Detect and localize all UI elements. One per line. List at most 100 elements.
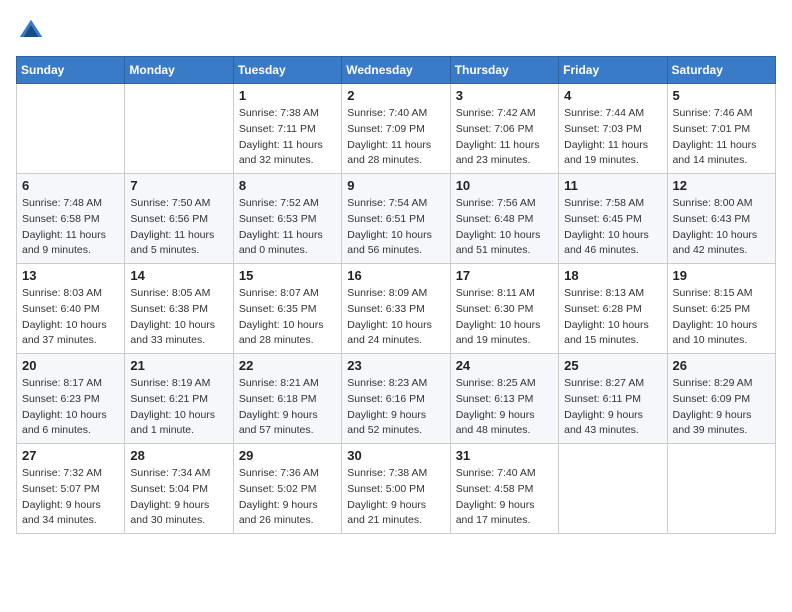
day-number: 14	[130, 268, 227, 283]
day-info: Sunrise: 7:52 AMSunset: 6:53 PMDaylight:…	[239, 196, 336, 259]
day-info: Sunrise: 7:36 AMSunset: 5:02 PMDaylight:…	[239, 466, 336, 529]
day-number: 19	[673, 268, 770, 283]
day-number: 6	[22, 178, 119, 193]
day-number: 4	[564, 88, 661, 103]
calendar-header-row: SundayMondayTuesdayWednesdayThursdayFrid…	[17, 57, 776, 84]
calendar-cell	[559, 444, 667, 534]
day-number: 25	[564, 358, 661, 373]
day-number: 30	[347, 448, 444, 463]
weekday-header-saturday: Saturday	[667, 57, 775, 84]
day-number: 28	[130, 448, 227, 463]
day-info: Sunrise: 7:50 AMSunset: 6:56 PMDaylight:…	[130, 196, 227, 259]
page-header	[16, 16, 776, 46]
day-info: Sunrise: 8:21 AMSunset: 6:18 PMDaylight:…	[239, 376, 336, 439]
calendar-cell: 4 Sunrise: 7:44 AMSunset: 7:03 PMDaylight…	[559, 84, 667, 174]
calendar-cell: 20Sunrise: 8:17 AMSunset: 6:23 PMDayligh…	[17, 354, 125, 444]
calendar-week-row: 20Sunrise: 8:17 AMSunset: 6:23 PMDayligh…	[17, 354, 776, 444]
calendar-cell: 27 Sunrise: 7:32 AMSunset: 5:07 PMDayligh…	[17, 444, 125, 534]
day-info: Sunrise: 8:15 AMSunset: 6:25 PMDaylight:…	[673, 286, 770, 349]
calendar-cell: 29Sunrise: 7:36 AMSunset: 5:02 PMDayligh…	[233, 444, 341, 534]
calendar-cell: 5 Sunrise: 7:46 AMSunset: 7:01 PMDaylight…	[667, 84, 775, 174]
calendar-week-row: 27 Sunrise: 7:32 AMSunset: 5:07 PMDayligh…	[17, 444, 776, 534]
day-number: 17	[456, 268, 553, 283]
day-info: Sunrise: 8:09 AMSunset: 6:33 PMDaylight:…	[347, 286, 444, 349]
day-info: Sunrise: 7:40 AMSunset: 7:09 PMDaylight:…	[347, 106, 444, 169]
calendar-cell	[667, 444, 775, 534]
calendar-cell: 16 Sunrise: 8:09 AMSunset: 6:33 PMDayligh…	[342, 264, 450, 354]
day-info: Sunrise: 7:32 AMSunset: 5:07 PMDaylight:…	[22, 466, 119, 529]
calendar-cell: 13 Sunrise: 8:03 AMSunset: 6:40 PMDayligh…	[17, 264, 125, 354]
day-info: Sunrise: 7:56 AMSunset: 6:48 PMDaylight:…	[456, 196, 553, 259]
day-info: Sunrise: 8:11 AMSunset: 6:30 PMDaylight:…	[456, 286, 553, 349]
day-number: 24	[456, 358, 553, 373]
day-info: Sunrise: 8:05 AMSunset: 6:38 PMDaylight:…	[130, 286, 227, 349]
day-info: Sunrise: 8:25 AMSunset: 6:13 PMDaylight:…	[456, 376, 553, 439]
day-number: 27	[22, 448, 119, 463]
day-number: 31	[456, 448, 553, 463]
day-number: 22	[239, 358, 336, 373]
calendar-cell: 7Sunrise: 7:50 AMSunset: 6:56 PMDaylight…	[125, 174, 233, 264]
calendar-cell: 1 Sunrise: 7:38 AMSunset: 7:11 PMDaylight…	[233, 84, 341, 174]
calendar-cell: 9Sunrise: 7:54 AMSunset: 6:51 PMDaylight…	[342, 174, 450, 264]
day-number: 18	[564, 268, 661, 283]
day-info: Sunrise: 8:03 AMSunset: 6:40 PMDaylight:…	[22, 286, 119, 349]
day-info: Sunrise: 7:42 AMSunset: 7:06 PMDaylight:…	[456, 106, 553, 169]
day-number: 12	[673, 178, 770, 193]
calendar-cell: 24 Sunrise: 8:25 AMSunset: 6:13 PMDayligh…	[450, 354, 558, 444]
day-info: Sunrise: 8:19 AMSunset: 6:21 PMDaylight:…	[130, 376, 227, 439]
day-number: 8	[239, 178, 336, 193]
logo-icon	[16, 16, 46, 46]
day-info: Sunrise: 7:46 AMSunset: 7:01 PMDaylight:…	[673, 106, 770, 169]
day-number: 16	[347, 268, 444, 283]
day-info: Sunrise: 8:17 AMSunset: 6:23 PMDaylight:…	[22, 376, 119, 439]
calendar-cell: 30 Sunrise: 7:38 AMSunset: 5:00 PMDayligh…	[342, 444, 450, 534]
day-number: 11	[564, 178, 661, 193]
calendar-cell: 10 Sunrise: 7:56 AMSunset: 6:48 PMDayligh…	[450, 174, 558, 264]
day-number: 1	[239, 88, 336, 103]
calendar-cell: 12Sunrise: 8:00 AMSunset: 6:43 PMDayligh…	[667, 174, 775, 264]
calendar-cell: 19 Sunrise: 8:15 AMSunset: 6:25 PMDayligh…	[667, 264, 775, 354]
calendar-week-row: 13 Sunrise: 8:03 AMSunset: 6:40 PMDayligh…	[17, 264, 776, 354]
calendar-cell: 8 Sunrise: 7:52 AMSunset: 6:53 PMDaylight…	[233, 174, 341, 264]
calendar-week-row: 1 Sunrise: 7:38 AMSunset: 7:11 PMDaylight…	[17, 84, 776, 174]
day-number: 10	[456, 178, 553, 193]
day-info: Sunrise: 8:29 AMSunset: 6:09 PMDaylight:…	[673, 376, 770, 439]
day-info: Sunrise: 7:38 AMSunset: 7:11 PMDaylight:…	[239, 106, 336, 169]
calendar-cell	[125, 84, 233, 174]
day-info: Sunrise: 7:44 AMSunset: 7:03 PMDaylight:…	[564, 106, 661, 169]
calendar-cell: 25Sunrise: 8:27 AMSunset: 6:11 PMDayligh…	[559, 354, 667, 444]
calendar-cell	[17, 84, 125, 174]
day-info: Sunrise: 7:34 AMSunset: 5:04 PMDaylight:…	[130, 466, 227, 529]
weekday-header-monday: Monday	[125, 57, 233, 84]
day-info: Sunrise: 8:07 AMSunset: 6:35 PMDaylight:…	[239, 286, 336, 349]
calendar-cell: 11 Sunrise: 7:58 AMSunset: 6:45 PMDayligh…	[559, 174, 667, 264]
day-number: 15	[239, 268, 336, 283]
day-info: Sunrise: 7:40 AMSunset: 4:58 PMDaylight:…	[456, 466, 553, 529]
calendar-cell: 15 Sunrise: 8:07 AMSunset: 6:35 PMDayligh…	[233, 264, 341, 354]
weekday-header-thursday: Thursday	[450, 57, 558, 84]
day-number: 13	[22, 268, 119, 283]
calendar-week-row: 6 Sunrise: 7:48 AMSunset: 6:58 PMDaylight…	[17, 174, 776, 264]
calendar-cell: 3 Sunrise: 7:42 AMSunset: 7:06 PMDaylight…	[450, 84, 558, 174]
calendar-table: SundayMondayTuesdayWednesdayThursdayFrid…	[16, 56, 776, 534]
day-info: Sunrise: 7:54 AMSunset: 6:51 PMDaylight:…	[347, 196, 444, 259]
calendar-cell: 18Sunrise: 8:13 AMSunset: 6:28 PMDayligh…	[559, 264, 667, 354]
calendar-cell: 22 Sunrise: 8:21 AMSunset: 6:18 PMDayligh…	[233, 354, 341, 444]
day-number: 26	[673, 358, 770, 373]
day-number: 21	[130, 358, 227, 373]
day-info: Sunrise: 7:38 AMSunset: 5:00 PMDaylight:…	[347, 466, 444, 529]
calendar-cell: 14 Sunrise: 8:05 AMSunset: 6:38 PMDayligh…	[125, 264, 233, 354]
calendar-cell: 2 Sunrise: 7:40 AMSunset: 7:09 PMDaylight…	[342, 84, 450, 174]
day-info: Sunrise: 7:58 AMSunset: 6:45 PMDaylight:…	[564, 196, 661, 259]
day-number: 2	[347, 88, 444, 103]
day-number: 5	[673, 88, 770, 103]
calendar-cell: 21 Sunrise: 8:19 AMSunset: 6:21 PMDayligh…	[125, 354, 233, 444]
calendar-cell: 17 Sunrise: 8:11 AMSunset: 6:30 PMDayligh…	[450, 264, 558, 354]
weekday-header-wednesday: Wednesday	[342, 57, 450, 84]
calendar-cell: 26 Sunrise: 8:29 AMSunset: 6:09 PMDayligh…	[667, 354, 775, 444]
calendar-cell: 23Sunrise: 8:23 AMSunset: 6:16 PMDayligh…	[342, 354, 450, 444]
weekday-header-sunday: Sunday	[17, 57, 125, 84]
day-number: 3	[456, 88, 553, 103]
logo	[16, 16, 50, 46]
day-info: Sunrise: 7:48 AMSunset: 6:58 PMDaylight:…	[22, 196, 119, 259]
